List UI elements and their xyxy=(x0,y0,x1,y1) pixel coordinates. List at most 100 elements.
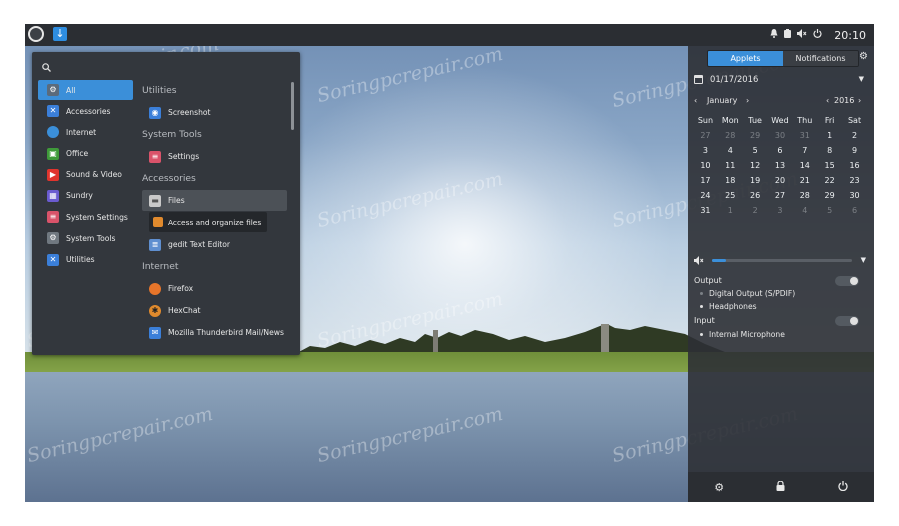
calendar-day[interactable]: 30 xyxy=(768,128,793,143)
collapse-chevron-icon[interactable]: ▼ xyxy=(861,256,866,264)
calendar-day[interactable]: 17 xyxy=(693,173,718,188)
calendar-day[interactable]: 16 xyxy=(842,158,867,173)
volume-icon[interactable] xyxy=(694,256,704,267)
category-system-settings[interactable]: ≡ System Settings xyxy=(38,207,133,227)
power-icon[interactable] xyxy=(838,480,848,494)
input-device[interactable]: Internal Microphone xyxy=(694,328,859,341)
category-label: Office xyxy=(66,149,89,159)
calendar-day[interactable]: 26 xyxy=(743,188,768,203)
clipboard-icon[interactable] xyxy=(784,29,792,41)
category-all[interactable]: ⚙ All xyxy=(38,80,133,100)
gear-icon[interactable]: ⚙ xyxy=(859,51,868,62)
calendar-day[interactable]: 5 xyxy=(817,203,842,218)
calendar-day[interactable]: 8 xyxy=(817,143,842,158)
bell-icon[interactable] xyxy=(770,29,778,41)
calendar-day[interactable]: 11 xyxy=(718,158,743,173)
app-thunderbird[interactable]: ✉ Mozilla Thunderbird Mail/News xyxy=(142,322,287,343)
calendar-day[interactable]: 19 xyxy=(743,173,768,188)
output-device[interactable]: Headphones xyxy=(694,300,859,313)
weekday: Fri xyxy=(824,116,835,125)
download-icon[interactable]: ↓ xyxy=(53,27,67,41)
calendar-day[interactable]: 2 xyxy=(743,203,768,218)
app-screenshot[interactable]: ◉ Screenshot xyxy=(142,102,287,123)
calendar-day[interactable]: 3 xyxy=(768,203,793,218)
next-year-icon[interactable]: › xyxy=(858,96,861,105)
calendar-day[interactable]: 14 xyxy=(792,158,817,173)
collapse-chevron-icon[interactable]: ▼ xyxy=(859,75,864,83)
menu-logo-icon[interactable] xyxy=(28,26,44,42)
calendar-day[interactable]: 4 xyxy=(718,143,743,158)
category-sound-video[interactable]: ▶ Sound & Video xyxy=(38,165,133,185)
calendar-day[interactable]: 10 xyxy=(693,158,718,173)
clock[interactable]: 20:10 xyxy=(834,29,866,42)
app-files[interactable]: ▬ Files xyxy=(142,190,287,211)
prev-year-icon[interactable]: ‹ xyxy=(826,96,829,105)
calendar-day[interactable]: 27 xyxy=(693,128,718,143)
weekday: Wed xyxy=(771,116,789,125)
app-hexchat[interactable]: ✱ HexChat xyxy=(142,300,287,321)
calendar-day[interactable]: 2 xyxy=(842,128,867,143)
calendar-day[interactable]: 9 xyxy=(842,143,867,158)
tab-applets[interactable]: Applets xyxy=(708,51,783,66)
device-label: Digital Output (S/PDIF) xyxy=(709,289,796,298)
settings-icon[interactable]: ⚙ xyxy=(714,481,724,494)
calendar-day[interactable]: 12 xyxy=(743,158,768,173)
calendar-day[interactable]: 27 xyxy=(768,188,793,203)
calendar-day[interactable]: 28 xyxy=(718,128,743,143)
tab-notifications[interactable]: Notifications xyxy=(783,51,858,66)
calendar-day[interactable]: 22 xyxy=(817,173,842,188)
volume-slider[interactable] xyxy=(712,259,852,262)
category-office[interactable]: ▣ Office xyxy=(38,144,133,164)
calendar-day[interactable]: 20 xyxy=(768,173,793,188)
calendar-day[interactable]: 6 xyxy=(842,203,867,218)
category-internet[interactable]: Internet xyxy=(38,122,133,142)
app-label: Firefox xyxy=(168,284,194,293)
calendar-day[interactable]: 13 xyxy=(768,158,793,173)
calendar-day[interactable]: 5 xyxy=(743,143,768,158)
calendar-day[interactable]: 25 xyxy=(718,188,743,203)
calendar-day[interactable]: 15 xyxy=(817,158,842,173)
app-label: HexChat xyxy=(168,306,201,315)
output-device[interactable]: Digital Output (S/PDIF) xyxy=(694,287,859,300)
app-label: Mozilla Thunderbird Mail/News xyxy=(168,328,284,337)
grid-icon: ▦ xyxy=(47,189,59,202)
search-icon[interactable] xyxy=(42,62,51,75)
tools-icon: ✕ xyxy=(47,105,59,118)
calendar-day[interactable]: 1 xyxy=(817,128,842,143)
calendar-day[interactable]: 21 xyxy=(792,173,817,188)
radio-dot xyxy=(700,305,703,308)
calendar-day[interactable]: 4 xyxy=(792,203,817,218)
calendar-day[interactable]: 30 xyxy=(842,188,867,203)
calendar-day[interactable]: 3 xyxy=(693,143,718,158)
calendar-week: 24 25 26 27 28 29 30 xyxy=(693,188,867,203)
calendar-day[interactable]: 29 xyxy=(743,128,768,143)
calendar-day[interactable]: 1 xyxy=(718,203,743,218)
category-accessories[interactable]: ✕ Accessories xyxy=(38,101,133,121)
app-firefox[interactable]: Firefox xyxy=(142,278,287,299)
category-system-tools[interactable]: ⚙ System Tools xyxy=(38,228,133,248)
menu-scrollbar[interactable] xyxy=(291,82,294,130)
calendar-day[interactable]: 28 xyxy=(792,188,817,203)
app-settings[interactable]: ≡ Settings xyxy=(142,146,287,167)
next-month-icon[interactable]: › xyxy=(746,96,749,105)
calendar-day[interactable]: 7 xyxy=(792,143,817,158)
volume-icon[interactable] xyxy=(797,29,807,41)
calendar-day[interactable]: 23 xyxy=(842,173,867,188)
app-label: Files xyxy=(168,196,185,205)
calendar-day[interactable]: 29 xyxy=(817,188,842,203)
lock-icon[interactable] xyxy=(776,480,785,494)
power-icon[interactable] xyxy=(813,29,822,41)
output-toggle[interactable] xyxy=(835,275,859,286)
prev-month-icon[interactable]: ‹ xyxy=(694,96,697,105)
category-sundry[interactable]: ▦ Sundry xyxy=(38,186,133,206)
app-gedit[interactable]: ≣ gedit Text Editor xyxy=(142,234,287,255)
calendar-day[interactable]: 18 xyxy=(718,173,743,188)
section-heading: Accessories xyxy=(142,173,196,184)
calendar-day[interactable]: 31 xyxy=(693,203,718,218)
category-utilities[interactable]: ✕ Utilities xyxy=(38,250,133,270)
calendar-day[interactable]: 24 xyxy=(693,188,718,203)
calendar-day[interactable]: 31 xyxy=(792,128,817,143)
calendar-week: 27 28 29 30 31 1 2 xyxy=(693,128,867,143)
input-toggle[interactable] xyxy=(835,315,859,326)
calendar-day[interactable]: 6 xyxy=(768,143,793,158)
